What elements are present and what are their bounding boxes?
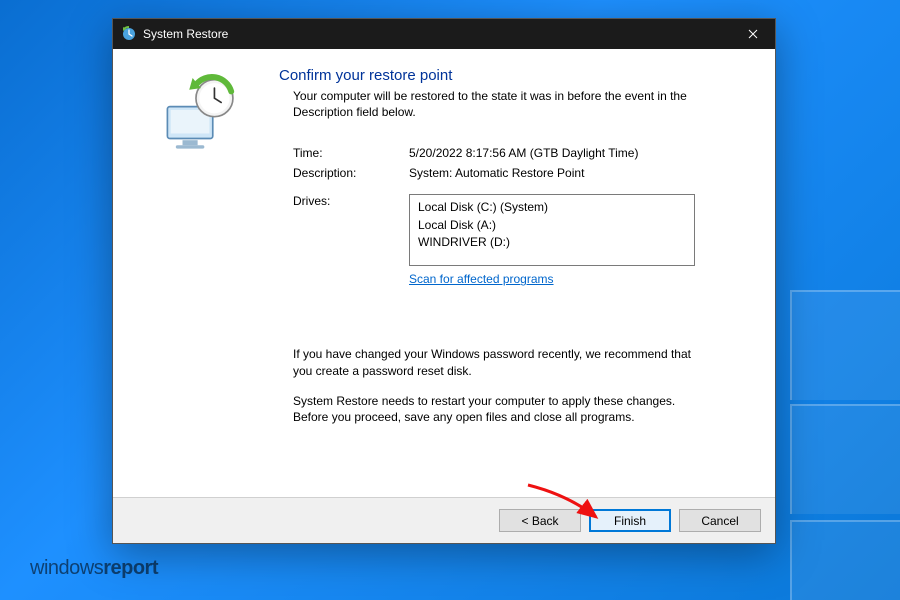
- watermark-text: windows: [30, 557, 103, 579]
- page-subtext: Your computer will be restored to the st…: [279, 88, 699, 120]
- time-value: 5/20/2022 8:17:56 AM (GTB Daylight Time): [409, 146, 745, 160]
- dialog-title: System Restore: [143, 27, 731, 41]
- drives-label: Drives:: [293, 194, 409, 208]
- list-item[interactable]: Local Disk (A:): [418, 217, 686, 234]
- time-label: Time:: [293, 146, 409, 160]
- cancel-button[interactable]: Cancel: [679, 509, 761, 532]
- page-heading: Confirm your restore point: [279, 67, 745, 84]
- restore-graphic-icon: [159, 73, 243, 157]
- finish-button[interactable]: Finish: [589, 509, 671, 532]
- watermark-text-bold: report: [103, 557, 158, 579]
- back-button[interactable]: < Back: [499, 509, 581, 532]
- system-restore-dialog: System Restore C: [112, 18, 776, 544]
- list-item[interactable]: Local Disk (C:) (System): [418, 199, 686, 216]
- description-row: Description: System: Automatic Restore P…: [293, 166, 745, 180]
- wizard-sidebar: [131, 67, 271, 483]
- fields: Time: 5/20/2022 8:17:56 AM (GTB Daylight…: [279, 146, 745, 286]
- close-button[interactable]: [731, 19, 775, 49]
- dialog-body: Confirm your restore point Your computer…: [113, 49, 775, 497]
- note-password: If you have changed your Windows passwor…: [293, 346, 709, 378]
- desktop-panel: [790, 404, 900, 514]
- watermark: windowsreport: [30, 557, 158, 580]
- dialog-footer: < Back Finish Cancel: [113, 497, 775, 543]
- time-row: Time: 5/20/2022 8:17:56 AM (GTB Daylight…: [293, 146, 745, 160]
- scan-affected-programs-link[interactable]: Scan for affected programs: [409, 272, 554, 286]
- dialog-main: Confirm your restore point Your computer…: [271, 67, 745, 483]
- close-icon: [748, 29, 758, 39]
- titlebar[interactable]: System Restore: [113, 19, 775, 49]
- drives-listbox[interactable]: Local Disk (C:) (System) Local Disk (A:)…: [409, 194, 695, 266]
- description-label: Description:: [293, 166, 409, 180]
- desktop-panel: [790, 290, 900, 400]
- list-item[interactable]: WINDRIVER (D:): [418, 234, 686, 251]
- drives-row: Drives: Local Disk (C:) (System) Local D…: [293, 194, 745, 286]
- description-value: System: Automatic Restore Point: [409, 166, 745, 180]
- system-restore-icon: [121, 26, 137, 42]
- notes: If you have changed your Windows passwor…: [279, 346, 709, 425]
- desktop-panel: [790, 520, 900, 600]
- note-restart: System Restore needs to restart your com…: [293, 393, 709, 425]
- drives-value: Local Disk (C:) (System) Local Disk (A:)…: [409, 194, 745, 286]
